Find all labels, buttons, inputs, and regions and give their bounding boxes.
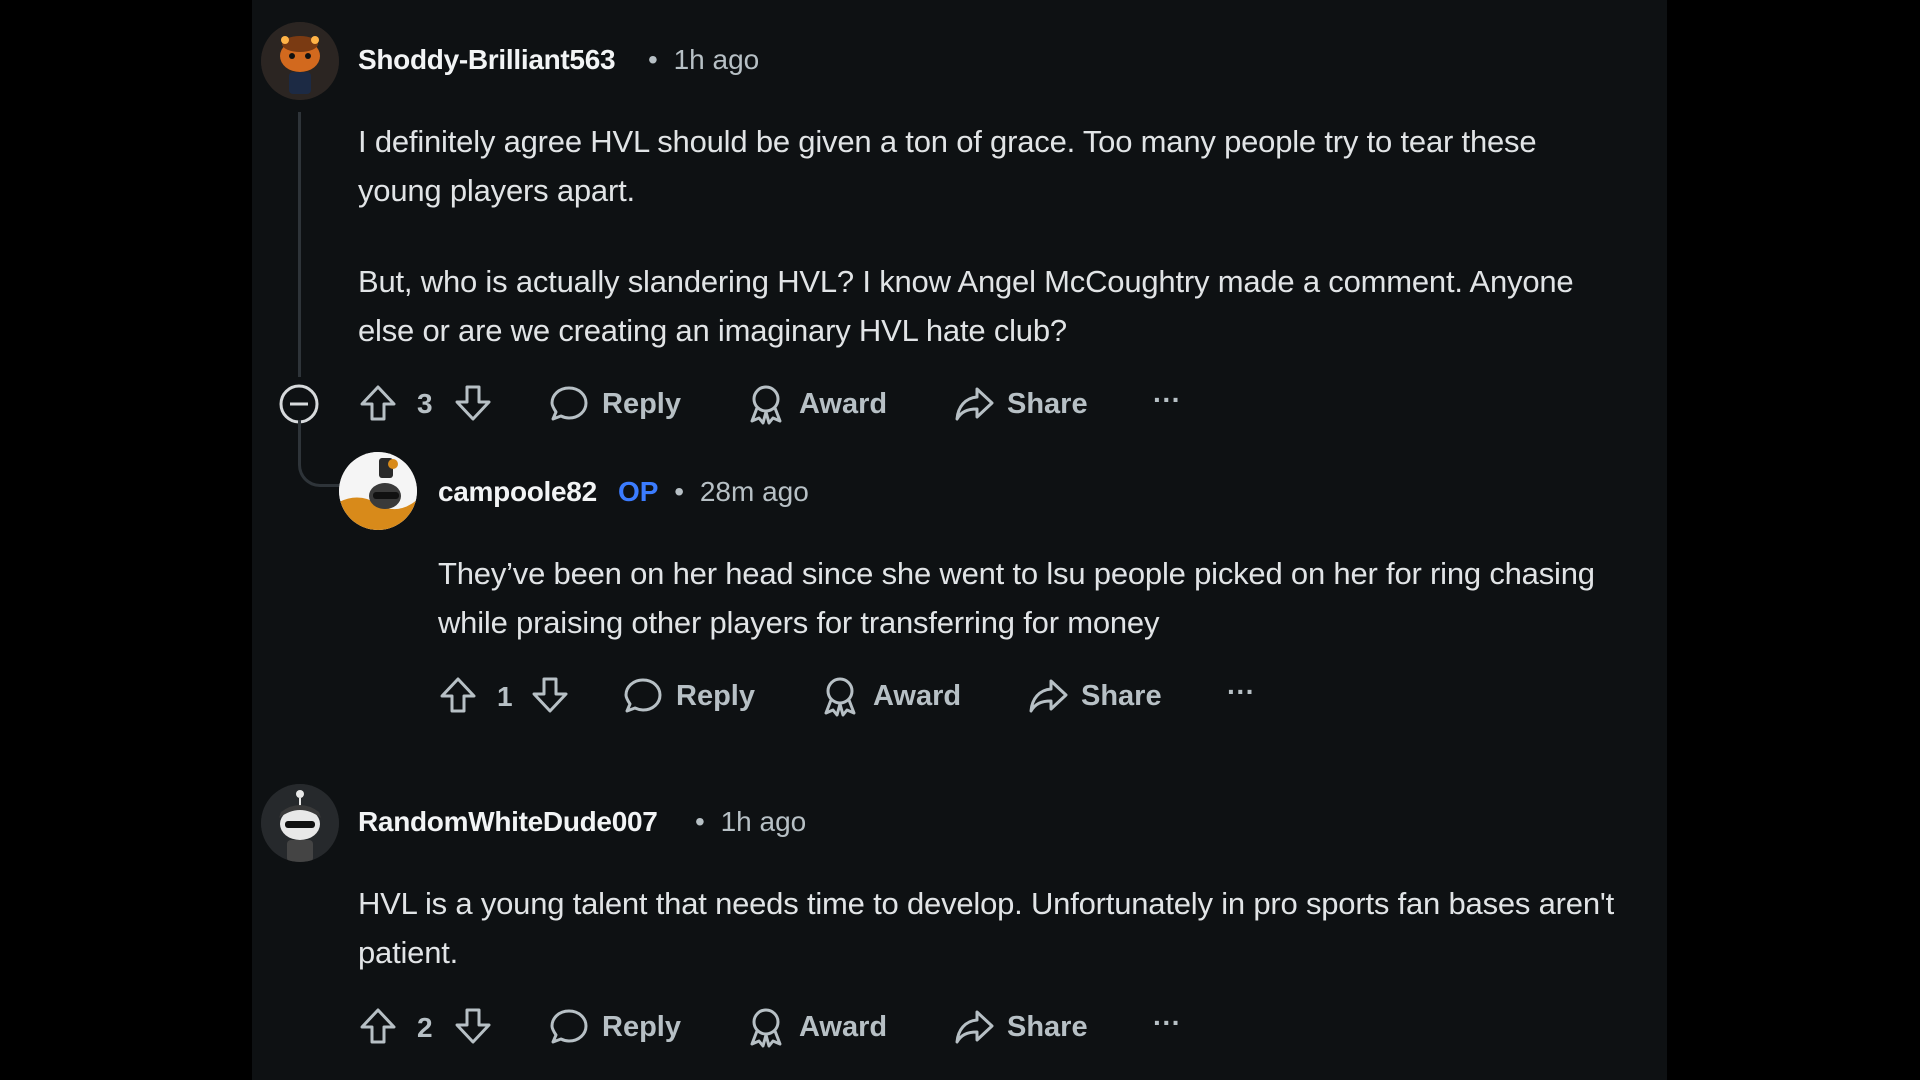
comment-author[interactable]: campoole82 bbox=[438, 476, 597, 508]
share-label: Share bbox=[1007, 1010, 1088, 1043]
separator-dot: • bbox=[674, 476, 685, 507]
reply-label: Reply bbox=[676, 679, 755, 712]
award-label: Award bbox=[799, 387, 888, 420]
reply-button[interactable]: Reply bbox=[622, 675, 755, 717]
comment-time[interactable]: 1h ago bbox=[674, 44, 760, 75]
comment-meta: OP • 28m ago bbox=[618, 476, 809, 508]
upvote-button[interactable] bbox=[438, 675, 478, 715]
more-dots-icon: ··· bbox=[1153, 384, 1181, 415]
vote-score: 1 bbox=[497, 681, 513, 712]
share-button[interactable]: Share bbox=[1027, 675, 1162, 717]
reply-label: Reply bbox=[602, 387, 681, 420]
op-badge: OP bbox=[618, 476, 659, 507]
downvote-arrow-icon bbox=[532, 677, 568, 713]
vote-score: 3 bbox=[417, 388, 433, 419]
comment-author[interactable]: RandomWhiteDude007 bbox=[358, 806, 658, 838]
comment-meta: • 1h ago bbox=[695, 806, 806, 838]
share-arrow-icon bbox=[955, 1010, 994, 1044]
comment-bubble-icon bbox=[624, 678, 662, 713]
collapse-minus-icon bbox=[279, 384, 319, 424]
comment-bubble-icon bbox=[550, 386, 588, 421]
vote-score: 2 bbox=[417, 1012, 433, 1043]
reply-button[interactable]: Reply bbox=[548, 1006, 681, 1048]
more-options-button[interactable]: ··· bbox=[1153, 384, 1181, 416]
avatar[interactable] bbox=[261, 784, 339, 862]
comment-paragraph: I definitely agree HVL should be given a… bbox=[358, 124, 1537, 208]
snoo-avatar-icon bbox=[339, 452, 417, 530]
downvote-button[interactable] bbox=[530, 675, 570, 715]
upvote-arrow-icon bbox=[360, 385, 396, 421]
share-label: Share bbox=[1007, 387, 1088, 420]
more-options-button[interactable]: ··· bbox=[1227, 676, 1255, 708]
award-button[interactable]: Award bbox=[745, 1006, 887, 1048]
comment-paragraph: They’ve been on her head since she went … bbox=[438, 556, 1595, 640]
downvote-button[interactable] bbox=[453, 1006, 493, 1046]
comments-panel: Shoddy-Brilliant563 • 1h ago I definitel… bbox=[252, 0, 1667, 1080]
share-arrow-icon bbox=[1029, 679, 1068, 713]
separator-dot: • bbox=[648, 44, 658, 75]
reply-button[interactable]: Reply bbox=[548, 383, 681, 425]
avatar[interactable] bbox=[261, 22, 339, 100]
snoo-avatar-icon bbox=[261, 22, 339, 100]
award-button[interactable]: Award bbox=[819, 675, 961, 717]
award-button[interactable]: Award bbox=[745, 383, 887, 425]
downvote-button[interactable] bbox=[453, 383, 493, 423]
share-button[interactable]: Share bbox=[953, 383, 1088, 425]
comment-paragraph: HVL is a young talent that needs time to… bbox=[358, 886, 1614, 970]
award-label: Award bbox=[873, 679, 962, 712]
thread-line[interactable] bbox=[298, 112, 301, 377]
more-options-button[interactable]: ··· bbox=[1153, 1007, 1181, 1039]
award-ribbon-icon bbox=[750, 385, 782, 425]
comment-time[interactable]: 1h ago bbox=[721, 806, 807, 837]
upvote-button[interactable] bbox=[358, 383, 398, 423]
comment-meta: • 1h ago bbox=[648, 44, 759, 76]
share-button[interactable]: Share bbox=[953, 1006, 1088, 1048]
reply-connector-line bbox=[298, 420, 341, 487]
comment-bubble-icon bbox=[550, 1009, 588, 1044]
comment-author[interactable]: Shoddy-Brilliant563 bbox=[358, 44, 616, 76]
downvote-arrow-icon bbox=[455, 385, 491, 421]
upvote-arrow-icon bbox=[360, 1008, 396, 1044]
share-arrow-icon bbox=[955, 387, 994, 421]
more-dots-icon: ··· bbox=[1227, 676, 1255, 707]
award-ribbon-icon bbox=[750, 1008, 782, 1048]
reply-label: Reply bbox=[602, 1010, 681, 1043]
award-label: Award bbox=[799, 1010, 888, 1043]
comment-time[interactable]: 28m ago bbox=[700, 476, 809, 507]
avatar[interactable] bbox=[339, 452, 417, 530]
comment-paragraph: But, who is actually slandering HVL? I k… bbox=[358, 264, 1574, 348]
upvote-button[interactable] bbox=[358, 1006, 398, 1046]
more-dots-icon: ··· bbox=[1153, 1007, 1181, 1038]
award-ribbon-icon bbox=[824, 677, 856, 717]
upvote-arrow-icon bbox=[440, 677, 476, 713]
share-label: Share bbox=[1081, 679, 1162, 712]
snoo-avatar-icon bbox=[261, 784, 339, 862]
downvote-arrow-icon bbox=[455, 1008, 491, 1044]
separator-dot: • bbox=[695, 806, 705, 837]
